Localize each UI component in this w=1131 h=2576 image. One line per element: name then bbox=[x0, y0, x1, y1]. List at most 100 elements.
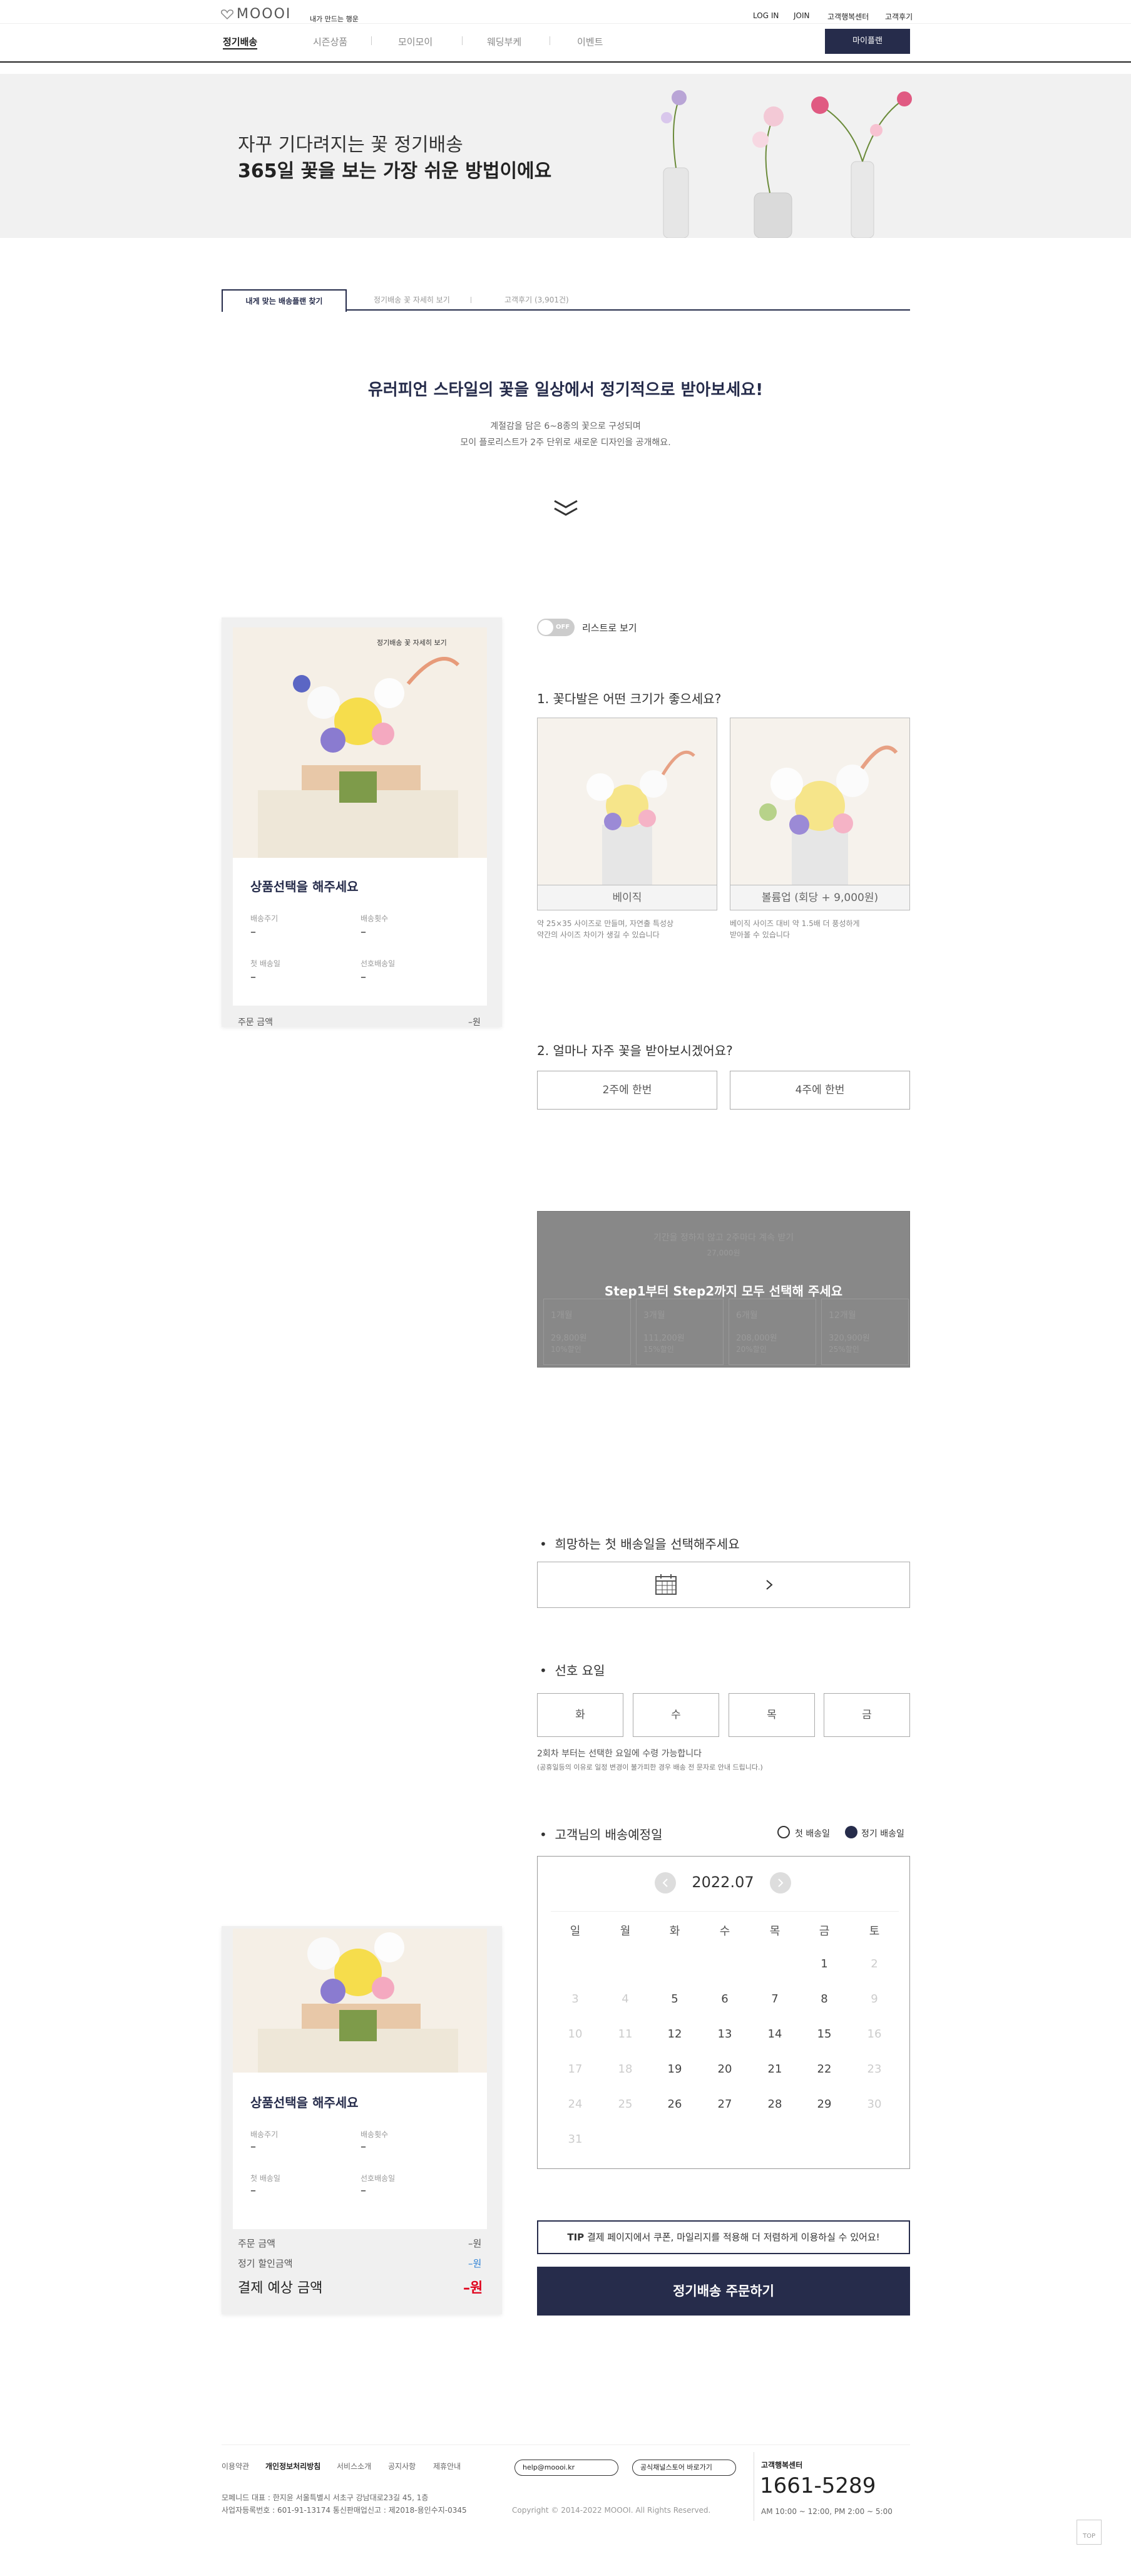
calendar-icon[interactable] bbox=[655, 1573, 677, 1595]
calendar-day[interactable]: 5 bbox=[662, 1992, 687, 2006]
footer-company-1: 모페니드 대표 : 한지윤 서울특별시 서초구 강남대로23길 45, 1층 bbox=[222, 2493, 429, 2502]
back-to-top-button[interactable]: TOP bbox=[1077, 2520, 1102, 2545]
calendar-day[interactable]: 20 bbox=[712, 2063, 737, 2076]
calendar-day[interactable]: 6 bbox=[712, 1992, 737, 2006]
chevron-right-icon bbox=[778, 1878, 784, 1887]
field-label-count: 배송횟수 bbox=[361, 914, 389, 923]
calendar-day: 30 bbox=[867, 2098, 882, 2111]
cs-center-link[interactable]: 고객행복센터 bbox=[827, 11, 869, 22]
join-link[interactable]: JOIN bbox=[794, 11, 810, 20]
calendar-day: 24 bbox=[568, 2098, 583, 2111]
tab-flower-detail[interactable]: 정기배송 꽃 자세히 보기 bbox=[374, 289, 450, 311]
calendar-day: 3 bbox=[571, 1992, 579, 2006]
intro-title: 유러피언 스타일의 꽃을 일상에서 정기적으로 받아보세요! bbox=[367, 381, 764, 399]
field-value-first: – bbox=[250, 971, 256, 984]
plan-continuous: 기간을 정하지 않고 2주마다 계속 받기 bbox=[653, 1233, 794, 1243]
calendar-day[interactable]: 1 bbox=[812, 1957, 837, 1971]
legend-regular-label: 정기 배송일 bbox=[861, 1829, 904, 1839]
calendar-day[interactable]: 8 bbox=[812, 1992, 837, 2006]
bullet: • bbox=[540, 1827, 555, 1842]
calendar-day[interactable]: 7 bbox=[762, 1992, 787, 2006]
size-option-basic[interactable]: 베이직 bbox=[537, 718, 717, 910]
login-link[interactable]: LOG IN bbox=[753, 11, 779, 20]
footer-link-about[interactable]: 서비스소개 bbox=[337, 2461, 371, 2471]
detail-badge[interactable]: 정기배송 꽃 자세히 보기 bbox=[377, 637, 447, 647]
calendar-weekday-header: 월 bbox=[620, 1925, 631, 1938]
nav-season[interactable]: 시즌상품 bbox=[313, 35, 347, 48]
double-chevron-down-icon[interactable] bbox=[552, 498, 580, 517]
calendar-day[interactable]: 19 bbox=[662, 2063, 687, 2076]
banner-line1: 자꾸 기다려지는 꽃 정기배송 bbox=[238, 134, 463, 156]
footer-link-notice[interactable]: 공지사항 bbox=[388, 2461, 416, 2471]
field-label-count: 배송횟수 bbox=[361, 2130, 389, 2139]
plan-note-1: 10%할인 bbox=[551, 1345, 581, 1354]
frequency-4weeks-button[interactable]: 4주에 한번 bbox=[730, 1071, 910, 1110]
calendar-day[interactable]: 29 bbox=[812, 2098, 837, 2111]
tab-find-plan[interactable]: 내게 맞는 배송플랜 찾기 bbox=[222, 289, 347, 312]
basic-label: 베이직 bbox=[538, 885, 717, 910]
calendar-day[interactable]: 13 bbox=[712, 2027, 737, 2041]
nav-divider bbox=[462, 36, 463, 45]
calendar-day: 9 bbox=[871, 1992, 878, 2006]
calendar-day[interactable]: 14 bbox=[762, 2027, 787, 2041]
main-nav bbox=[0, 24, 1131, 63]
tab-reviews[interactable]: 고객후기 (3,901건) bbox=[504, 289, 569, 311]
footer-link-terms[interactable]: 이용약관 bbox=[222, 2461, 249, 2471]
logo[interactable]: MOOOI bbox=[237, 6, 291, 22]
my-plan-button[interactable]: 마이플랜 bbox=[825, 29, 910, 54]
legend-first-label: 첫 배송일 bbox=[795, 1829, 830, 1839]
chevron-right-icon[interactable] bbox=[765, 1579, 774, 1590]
hero-banner bbox=[0, 74, 1131, 238]
weekday-fri-button[interactable]: 금 bbox=[824, 1693, 910, 1737]
step1-title: 1. 꽃다발은 어떤 크기가 좋으세요? bbox=[537, 691, 722, 706]
discount-value: –원 bbox=[468, 2258, 482, 2269]
calendar-box bbox=[537, 1856, 910, 2169]
kakao-store-button[interactable]: 공식채널스토어 바로가기 bbox=[632, 2460, 736, 2476]
calendar-day[interactable]: 21 bbox=[762, 2063, 787, 2076]
bouquet-image bbox=[233, 1929, 487, 2073]
chevron-left-icon bbox=[662, 1878, 668, 1887]
calendar-day[interactable]: 27 bbox=[712, 2098, 737, 2111]
footer-link-privacy[interactable]: 개인정보처리방침 bbox=[265, 2461, 320, 2471]
calendar-day: 31 bbox=[568, 2133, 583, 2146]
plan-note-12: 25%할인 bbox=[829, 1345, 859, 1354]
volumeup-bouquet-image bbox=[730, 718, 909, 885]
frequency-2weeks-button[interactable]: 2주에 한번 bbox=[537, 1071, 717, 1110]
calendar-weekday-header: 화 bbox=[669, 1925, 680, 1938]
calendar-day[interactable]: 15 bbox=[812, 2027, 837, 2041]
calendar-day[interactable]: 28 bbox=[762, 2098, 787, 2111]
calendar-day[interactable]: 26 bbox=[662, 2098, 687, 2111]
size-option-volumeup[interactable]: 볼륨업 (회당 + 9,000원) bbox=[730, 718, 910, 910]
email-button[interactable]: help@moooi.kr bbox=[514, 2460, 618, 2476]
overlay-message: Step1부터 Step2까지 모두 선택해 주세요 bbox=[604, 1284, 843, 1299]
calendar-day: 11 bbox=[618, 2027, 633, 2041]
weekday-tue-button[interactable]: 화 bbox=[537, 1693, 623, 1737]
calendar-day: 2 bbox=[871, 1957, 878, 1971]
nav-wedding[interactable]: 웨딩부케 bbox=[487, 35, 521, 48]
calendar-day[interactable]: 12 bbox=[662, 2027, 687, 2041]
basic-desc-2: 약간의 사이즈 차이가 생길 수 있습니다 bbox=[537, 930, 660, 939]
calendar-weekday-header: 금 bbox=[819, 1925, 830, 1938]
plan-note-3: 15%할인 bbox=[643, 1345, 674, 1354]
bouquet-image bbox=[233, 627, 487, 858]
reviews-link[interactable]: 고객후기 bbox=[885, 11, 913, 22]
field-value-preferred: – bbox=[361, 2184, 366, 2197]
field-value-preferred: – bbox=[361, 971, 366, 984]
calendar-day: 23 bbox=[867, 2063, 882, 2076]
nav-subscription[interactable]: 정기배송 bbox=[223, 35, 258, 49]
content-tabs: 내게 맞는 배송플랜 찾기 정기배송 꽃 자세히 보기 고객후기 (3,901건… bbox=[222, 289, 910, 312]
toggle-state: OFF bbox=[556, 624, 570, 631]
nav-event[interactable]: 이벤트 bbox=[577, 35, 603, 48]
first-delivery-picker[interactable] bbox=[537, 1562, 910, 1608]
basic-bouquet-image bbox=[538, 718, 717, 885]
calendar-day[interactable]: 22 bbox=[812, 2063, 837, 2076]
footer-link-partnership[interactable]: 제휴안내 bbox=[433, 2461, 461, 2471]
field-label-cycle: 배송주기 bbox=[250, 914, 279, 923]
field-label-cycle: 배송주기 bbox=[250, 2130, 279, 2139]
weekday-wed-button[interactable]: 수 bbox=[633, 1693, 719, 1737]
order-subscription-button[interactable]: 정기배송 주문하기 bbox=[537, 2267, 910, 2316]
weekday-thu-button[interactable]: 목 bbox=[729, 1693, 815, 1737]
nav-moimoi[interactable]: 모이모이 bbox=[398, 35, 432, 48]
plan-price-12: 320,900원 bbox=[829, 1334, 870, 1343]
order-amount-label: 주문 금액 bbox=[238, 1018, 273, 1028]
